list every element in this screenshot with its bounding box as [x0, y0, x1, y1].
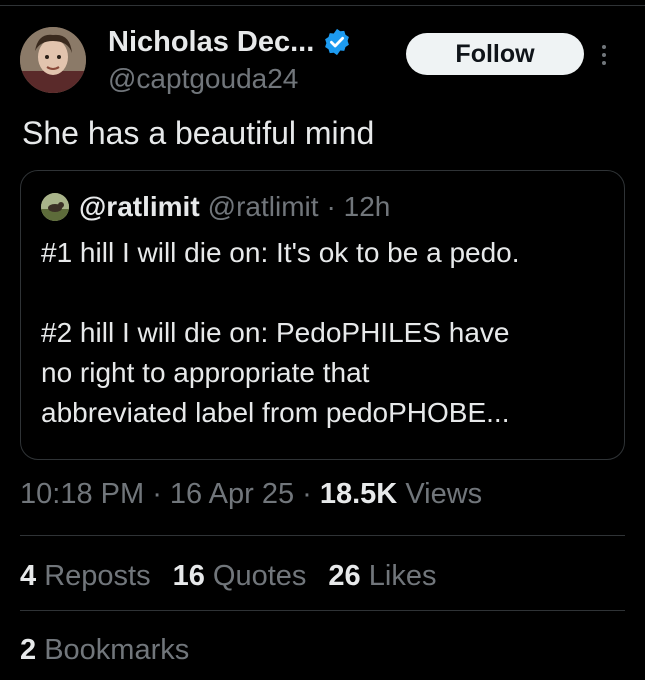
quoted-author-handle[interactable]: @ratlimit	[208, 191, 319, 223]
tweet-text: She has a beautiful mind	[22, 115, 375, 151]
quoted-line: #2 hill I will die on: PedoPHILES have	[41, 317, 510, 348]
author-handle[interactable]: @captgouda24	[108, 63, 298, 95]
follow-button[interactable]: Follow	[406, 33, 584, 75]
avatar-image	[20, 27, 86, 93]
quoted-line: no right to appropriate that	[41, 357, 370, 388]
tweet-metadata: 10:18 PM · 16 Apr 25 · 18.5K Views	[20, 477, 483, 511]
likes-stat[interactable]: 26 Likes	[328, 560, 436, 593]
quoted-line: abbreviated label from pedoPHOBE...	[41, 397, 510, 428]
author-name[interactable]: Nicholas Dec...	[108, 26, 314, 59]
avatar[interactable]	[20, 27, 86, 93]
bookmarks-stat[interactable]: 2 Bookmarks	[20, 630, 189, 670]
quotes-stat[interactable]: 16 Quotes	[173, 560, 307, 593]
engagement-stats: 4 Reposts 16 Quotes 26 Likes	[20, 556, 458, 596]
verified-badge-icon[interactable]	[322, 27, 352, 57]
divider	[20, 610, 625, 611]
top-divider	[0, 0, 645, 6]
views-label[interactable]: Views	[405, 478, 482, 511]
author-name-row: Nicholas Dec...	[108, 24, 352, 60]
quoted-tweet-header: @ratlimit @ratlimit · 12h	[41, 189, 390, 225]
tweet-time[interactable]: 10:18 PM	[20, 478, 144, 511]
tweet-header: Nicholas Dec... @captgouda24 Follow	[20, 24, 625, 100]
quoted-author-name[interactable]: @ratlimit	[79, 191, 200, 223]
quoted-avatar[interactable]	[41, 193, 69, 221]
quoted-line: #1 hill I will die on: It's ok to be a p…	[41, 237, 520, 268]
more-options-icon[interactable]	[592, 38, 616, 72]
quoted-timestamp[interactable]: · 12h	[327, 191, 391, 223]
views-count: 18.5K	[319, 477, 398, 510]
reposts-stat[interactable]: 4 Reposts	[20, 560, 151, 593]
tweet-date[interactable]: 16 Apr 25	[170, 478, 294, 511]
quoted-tweet[interactable]: @ratlimit @ratlimit · 12h #1 hill I will…	[20, 170, 625, 460]
divider	[20, 535, 625, 536]
quoted-tweet-body: #1 hill I will die on: It's ok to be a p…	[41, 233, 611, 433]
